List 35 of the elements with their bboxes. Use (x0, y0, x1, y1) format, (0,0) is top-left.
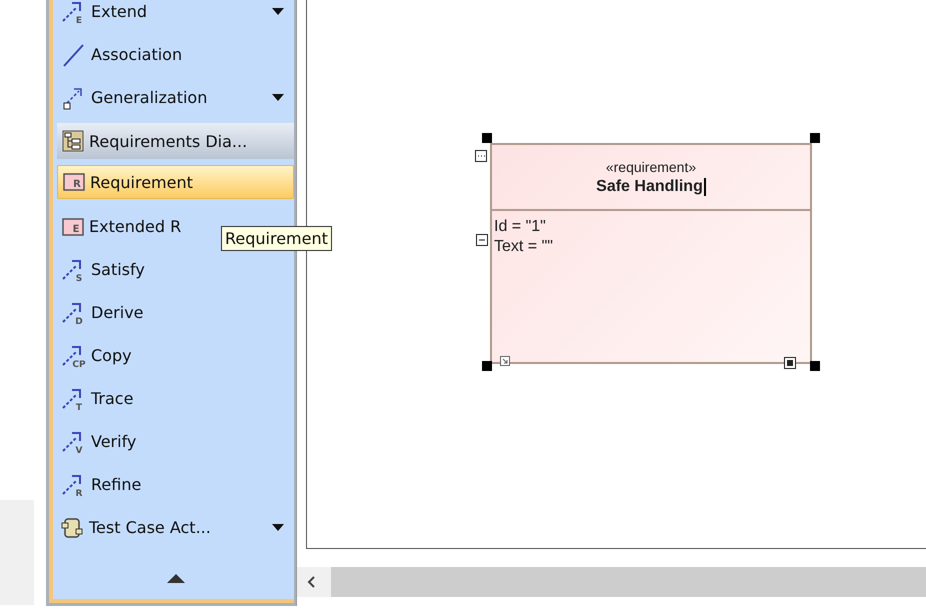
palette-item[interactable]: T Trace (57, 377, 294, 420)
selection-handle[interactable] (810, 133, 820, 143)
selection-handle[interactable] (810, 361, 820, 371)
link-icon[interactable] (500, 356, 510, 366)
stereotype-label: «requirement» (606, 158, 696, 174)
more-icon[interactable] (475, 150, 487, 162)
requirement-element-icon: R (62, 172, 86, 192)
property-text: Id = "1" (494, 217, 547, 237)
diagram-icon (61, 129, 85, 153)
caret-icon[interactable] (272, 524, 284, 532)
requirement-block[interactable]: «requirement» Safe Handling Id = "1" Text = "" (490, 143, 812, 364)
caret-icon[interactable] (272, 8, 284, 16)
horizontal-scrollbar[interactable] (297, 567, 926, 597)
scroll-up-icon[interactable] (166, 572, 186, 584)
palette-item[interactable]: S Satisfy (57, 248, 294, 291)
selection-handle[interactable] (482, 133, 492, 143)
requirement-name-field[interactable]: Safe Handling (596, 178, 706, 196)
palette-item[interactable]: CP Copy (57, 334, 294, 377)
resize-icon[interactable] (784, 357, 796, 369)
palette-item[interactable]: V Verify (57, 420, 294, 463)
palette-item[interactable]: Association (57, 33, 294, 76)
palette-item[interactable]: R Refine (57, 463, 294, 506)
palette-item[interactable]: E Extend (57, 0, 294, 33)
requirement-element-icon: E (61, 216, 85, 236)
property-text: Text = "" (494, 237, 554, 257)
palette-item[interactable]: Requirements Dia... (57, 123, 294, 159)
selection-handle[interactable] (482, 361, 492, 371)
caret-icon[interactable] (272, 94, 284, 102)
palette-item[interactable]: R Requirement (57, 165, 294, 199)
collapse-icon[interactable] (476, 234, 488, 246)
tooltip: Requirement (221, 226, 332, 251)
palette-item[interactable]: Test Case Act... (57, 506, 294, 549)
palette-item[interactable]: Generalization (57, 76, 294, 119)
test-case-icon (61, 516, 85, 540)
palette-item[interactable]: D Derive (57, 291, 294, 334)
